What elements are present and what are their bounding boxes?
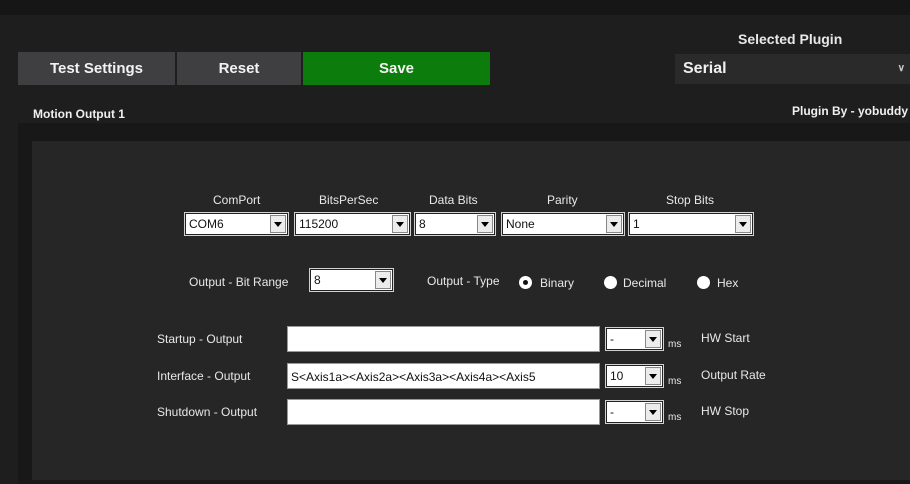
radio-binary[interactable] [519,276,532,289]
settings-panel [32,141,910,480]
interface-ms-unit: ms [668,376,682,387]
bitspersec-value: 115200 [299,217,339,231]
selected-plugin-label: Selected Plugin [738,31,843,47]
output-type-label: Output - Type [427,274,500,288]
output-rate-select[interactable]: 10 [605,364,664,388]
test-settings-button[interactable]: Test Settings [18,52,175,85]
bitspersec-select[interactable]: 115200 [294,212,411,236]
dropdown-arrow-icon[interactable] [392,215,408,233]
databits-label: Data Bits [429,193,478,207]
shutdown-ms-value: - [610,405,614,419]
parity-select[interactable]: None [501,212,625,236]
output-rate-value: 10 [610,369,624,383]
dropdown-arrow-icon[interactable] [375,271,391,289]
shutdown-ms-select[interactable]: - [605,400,664,424]
bitrange-value: 8 [314,273,321,287]
stopbits-value: 1 [633,217,640,231]
comport-select[interactable]: COM6 [184,212,289,236]
databits-value: 8 [419,217,426,231]
dropdown-arrow-icon[interactable] [270,215,286,233]
bitspersec-label: BitsPerSec [319,193,379,207]
shutdown-ms-unit: ms [668,412,682,423]
shutdown-output-input[interactable] [287,399,600,425]
dropdown-arrow-icon[interactable] [606,215,622,233]
startup-ms-unit: ms [668,339,682,350]
interface-output-value: S<Axis1a><Axis2a><Axis3a><Axis4a><Axis5 [291,370,536,384]
startup-ms-value: - [610,332,614,346]
dropdown-arrow-icon[interactable] [645,367,661,385]
bitrange-label: Output - Bit Range [189,275,289,289]
comport-value: COM6 [189,217,224,231]
radio-hex[interactable] [697,276,710,289]
plugin-select[interactable]: Serial ∨ [675,54,910,84]
comport-label: ComPort [213,193,261,207]
hw-stop-label: HW Stop [701,404,750,418]
dropdown-arrow-icon[interactable] [477,215,493,233]
radio-binary-label: Binary [540,276,575,290]
section-title: Motion Output 1 [33,107,125,121]
reset-button[interactable]: Reset [177,52,301,85]
plugin-select-value: Serial [683,60,727,77]
plugin-author: Plugin By - yobuddy [792,104,908,118]
startup-output-input[interactable] [287,326,600,352]
output-rate-label: Output Rate [701,368,766,382]
radio-decimal-label: Decimal [623,276,667,290]
interface-output-label: Interface - Output [157,369,251,383]
title-bar [0,0,910,15]
shutdown-output-label: Shutdown - Output [157,405,258,419]
hw-start-label: HW Start [701,331,750,345]
radio-hex-label: Hex [717,276,739,290]
bitrange-select[interactable]: 8 [309,268,394,292]
radio-decimal[interactable] [604,276,617,289]
databits-select[interactable]: 8 [414,212,496,236]
stopbits-select[interactable]: 1 [628,212,754,236]
interface-output-input[interactable]: S<Axis1a><Axis2a><Axis3a><Axis4a><Axis5 [287,363,600,389]
dropdown-arrow-icon[interactable] [645,403,661,421]
dropdown-arrow-icon[interactable] [735,215,751,233]
startup-output-label: Startup - Output [157,332,243,346]
dropdown-arrow-icon[interactable] [645,330,661,348]
save-button[interactable]: Save [303,52,490,85]
startup-ms-select[interactable]: - [605,327,664,351]
parity-label: Parity [547,193,578,207]
parity-value: None [506,217,535,231]
stopbits-label: Stop Bits [666,193,715,207]
chevron-down-icon: ∨ [897,63,905,74]
